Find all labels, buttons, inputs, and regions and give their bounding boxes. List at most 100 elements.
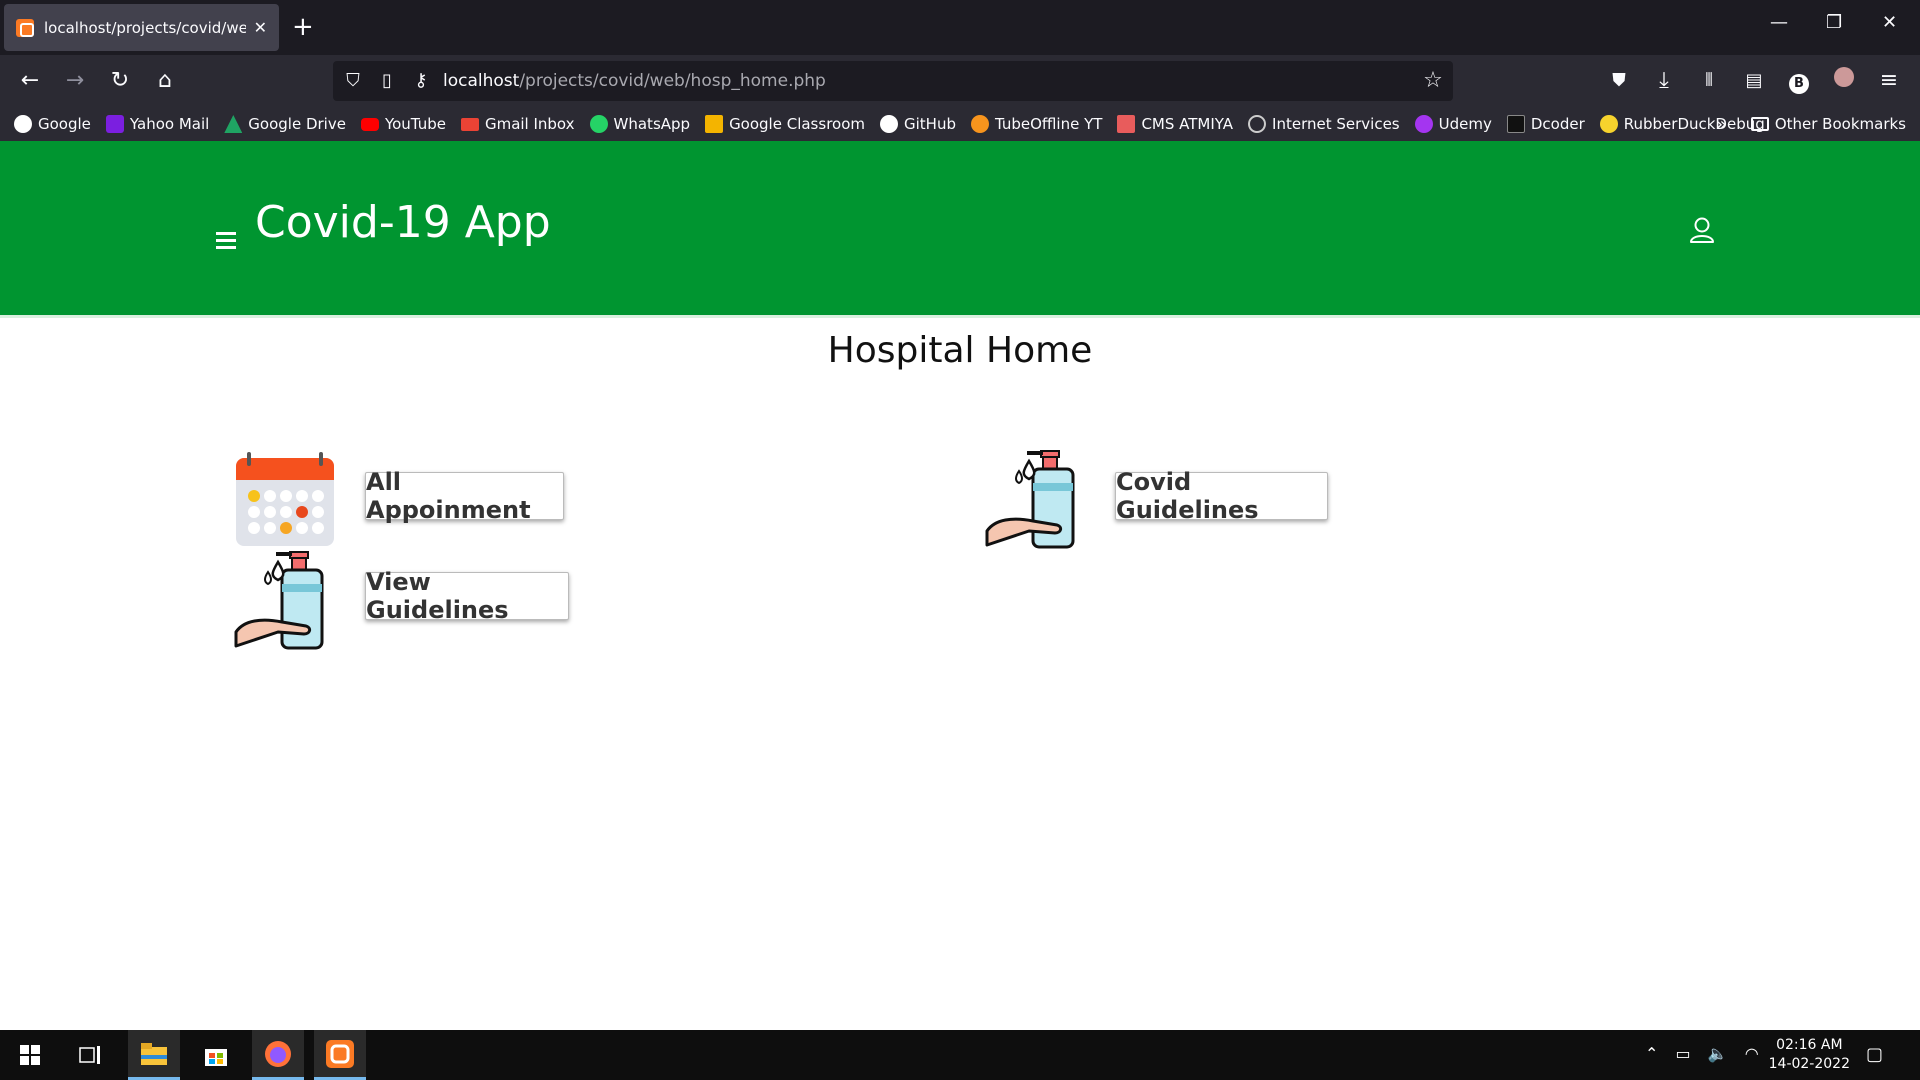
bookmark-github[interactable]: GitHub <box>880 115 956 133</box>
volume-icon[interactable]: 🔈 <box>1708 1044 1728 1063</box>
app-title[interactable]: Covid-19 App <box>255 197 551 248</box>
cms-atmiya-icon <box>1117 115 1136 133</box>
bookmark-label: Dcoder <box>1530 115 1585 133</box>
url-text[interactable]: localhost/projects/covid/web/hosp_home.p… <box>443 71 826 91</box>
youtube-icon <box>360 117 379 131</box>
windows-taskbar: ⌃ ▭ 🔈 ◠ 02:16 AM 14-02-2022 ▢ <box>0 1030 1920 1080</box>
library-icon[interactable]: ⫴ <box>1695 67 1723 95</box>
key-icon[interactable]: ⚷ <box>407 67 435 95</box>
hamburger-menu-icon[interactable] <box>216 232 236 253</box>
calendar-icon <box>236 452 334 546</box>
bookmark-label: GitHub <box>904 115 956 133</box>
close-window-button[interactable]: ✕ <box>1882 12 1897 33</box>
user-profile-icon[interactable] <box>1689 216 1715 244</box>
google-drive-icon <box>224 115 243 133</box>
download-icon[interactable]: ⤓ <box>1650 67 1678 95</box>
yahoo-mail-icon <box>105 115 124 133</box>
battery-icon[interactable]: ▭ <box>1676 1044 1691 1063</box>
bookmark-label: Internet Services <box>1272 115 1400 133</box>
bookmark-label: Google Drive <box>248 115 346 133</box>
hand-sanitizer-icon <box>985 450 1075 549</box>
xampp-favicon-icon <box>16 18 34 37</box>
browser-tab-bar: localhost/projects/covid/web/h ✕ + — ❐ ✕ <box>0 0 1920 55</box>
folder-icon <box>1750 117 1769 131</box>
bookmark-internet-services[interactable]: Internet Services <box>1248 115 1400 133</box>
bookmark-label: Gmail Inbox <box>484 115 575 133</box>
tab-title: localhost/projects/covid/web/h <box>44 18 246 37</box>
bookmark-label: YouTube <box>384 115 446 133</box>
bookmark-star-icon[interactable]: ☆ <box>1419 67 1447 95</box>
bookmark-label: Google <box>38 115 91 133</box>
notifications-icon[interactable]: ▢ <box>1866 1044 1883 1065</box>
bookmark-cms-atmiya[interactable]: CMS ATMIYA <box>1117 115 1233 133</box>
bookmark-label: WhatsApp <box>613 115 691 133</box>
bookmark-label: CMS ATMIYA <box>1141 115 1234 133</box>
page-title: Hospital Home <box>827 330 1093 371</box>
view-guidelines-button[interactable]: View Guidelines <box>365 568 569 624</box>
globe-icon <box>1248 115 1267 133</box>
back-arrow-icon[interactable]: ← <box>16 67 44 95</box>
clock-date: 14-02-2022 <box>1768 1056 1850 1072</box>
hand-sanitizer-icon <box>234 551 324 650</box>
browser-tab-active[interactable]: localhost/projects/covid/web/h ✕ <box>4 4 279 51</box>
github-icon <box>880 115 898 133</box>
bookmark-tubeoffline[interactable]: TubeOffline YT <box>970 115 1103 133</box>
bookmark-udemy[interactable]: Udemy <box>1414 115 1492 133</box>
xampp-taskbar-icon[interactable] <box>314 1030 366 1080</box>
tab-close-icon[interactable]: ✕ <box>254 18 267 37</box>
covid-guidelines-button[interactable]: Covid Guidelines <box>1115 468 1328 524</box>
microsoft-store-icon[interactable] <box>190 1030 242 1080</box>
bookmark-google-drive[interactable]: Google Drive <box>224 115 346 133</box>
bookmark-google-classroom[interactable]: Google Classroom <box>705 115 865 133</box>
home-icon[interactable]: ⌂ <box>151 67 179 95</box>
profile-avatar-icon[interactable] <box>1830 67 1858 95</box>
rubber-duck-icon <box>1599 115 1618 133</box>
gmail-icon <box>460 117 479 131</box>
bookmark-whatsapp[interactable]: WhatsApp <box>589 115 691 133</box>
bookmarks-bar: Google Yahoo Mail Google Drive YouTube G… <box>0 107 1920 141</box>
whatsapp-icon <box>589 115 608 133</box>
bookmark-label: Udemy <box>1438 115 1492 133</box>
sidebar-icon[interactable]: ▤ <box>1740 67 1768 95</box>
bookmark-gmail-inbox[interactable]: Gmail Inbox <box>460 115 575 133</box>
page-info-icon[interactable]: ▯ <box>373 67 401 95</box>
wifi-icon[interactable]: ◠ <box>1745 1044 1759 1063</box>
extension-b-icon[interactable]: B <box>1785 67 1813 95</box>
menu-icon[interactable]: ≡ <box>1875 67 1903 95</box>
all-appointment-button[interactable]: All Appoinment <box>365 468 564 524</box>
bookmark-youtube[interactable]: YouTube <box>360 115 446 133</box>
bookmark-label: Yahoo Mail <box>129 115 210 133</box>
clock-time: 02:16 AM <box>1776 1037 1843 1053</box>
google-classroom-icon <box>705 115 724 133</box>
udemy-icon <box>1414 115 1433 133</box>
bookmark-yahoo-mail[interactable]: Yahoo Mail <box>105 115 210 133</box>
system-tray-icons: ⌃ ▭ 🔈 ◠ <box>1645 1044 1759 1063</box>
bookmark-label: TubeOffline YT <box>994 115 1103 133</box>
firefox-taskbar-icon[interactable] <box>252 1030 304 1080</box>
google-icon <box>14 115 32 133</box>
file-explorer-icon[interactable] <box>128 1030 180 1080</box>
task-view-icon[interactable] <box>64 1030 116 1080</box>
new-tab-button[interactable]: + <box>292 10 314 44</box>
dcoder-icon <box>1506 115 1525 133</box>
restore-window-button[interactable]: ❐ <box>1826 12 1842 33</box>
forward-arrow-icon[interactable]: → <box>61 67 89 95</box>
browser-nav-bar: ← → ↻ ⌂ ⛉ ▯ ⚷ localhost/projects/covid/w… <box>0 55 1920 107</box>
system-clock[interactable]: 02:16 AM 14-02-2022 <box>1769 1036 1850 1074</box>
pocket-icon[interactable]: ⛊ <box>1605 67 1633 95</box>
bookmarks-overflow-chevron-icon[interactable]: » <box>1716 114 1727 135</box>
shield-icon[interactable]: ⛉ <box>339 67 367 95</box>
tray-chevron-up-icon[interactable]: ⌃ <box>1645 1044 1658 1063</box>
url-host: localhost <box>443 71 520 91</box>
other-bookmarks-link[interactable]: Other Bookmarks <box>1775 115 1906 133</box>
tubeoffline-icon <box>970 115 989 133</box>
bookmark-dcoder[interactable]: Dcoder <box>1506 115 1585 133</box>
url-path: /projects/covid/web/hosp_home.php <box>519 71 826 91</box>
reload-icon[interactable]: ↻ <box>106 67 134 95</box>
windows-start-icon[interactable] <box>4 1030 56 1080</box>
bookmark-label: Google Classroom <box>729 115 865 133</box>
bookmark-google[interactable]: Google <box>14 115 91 133</box>
address-bar[interactable]: ⛉ ▯ ⚷ localhost/projects/covid/web/hosp_… <box>333 61 1453 101</box>
minimize-window-button[interactable]: — <box>1770 12 1788 33</box>
bookmarks-overflow-area: » Other Bookmarks <box>1716 107 1906 141</box>
